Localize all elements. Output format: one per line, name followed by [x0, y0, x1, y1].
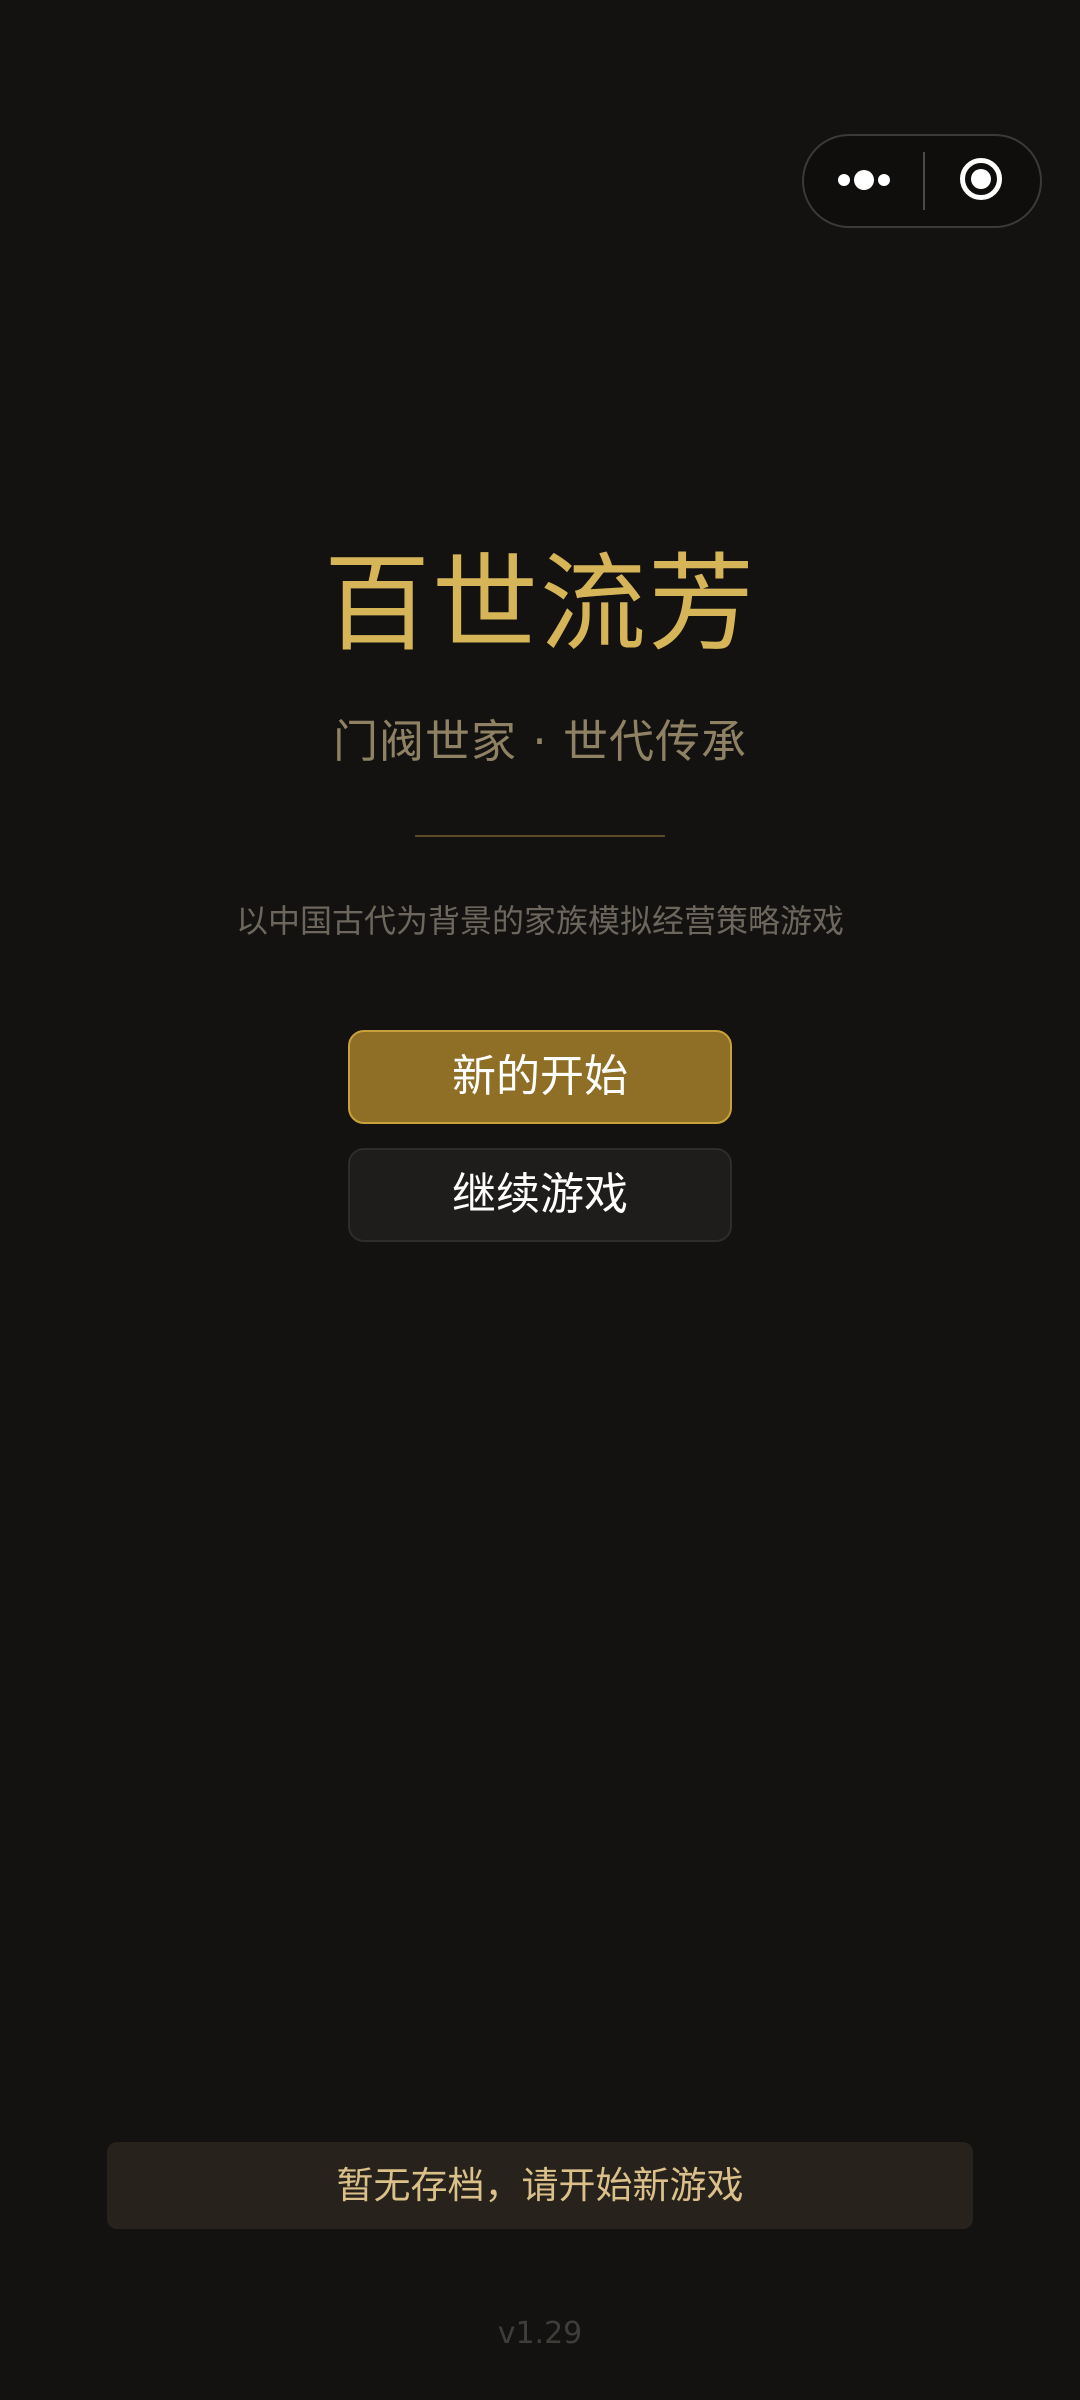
continue-game-button[interactable]: 继续游戏 [348, 1148, 732, 1242]
more-menu-button[interactable] [804, 136, 924, 226]
new-game-button[interactable]: 新的开始 [348, 1030, 732, 1124]
more-dots-icon-right [878, 174, 890, 186]
game-description: 以中国古代为背景的家族模拟经营策略游戏 [235, 902, 844, 940]
game-title: 百世流芳 [324, 543, 756, 666]
more-dots-icon [838, 174, 850, 186]
title-divider [415, 835, 665, 837]
close-mini-program-button[interactable] [925, 136, 1042, 226]
mini-program-capsule [802, 134, 1042, 228]
target-circle-core [971, 169, 991, 189]
save-status-notice: 暂无存档，请开始新游戏 [107, 2142, 973, 2229]
version-label: v1.29 [497, 2316, 583, 2351]
game-subtitle: 门阀世家 · 世代传承 [333, 715, 747, 768]
more-dots-icon-center [854, 170, 874, 190]
